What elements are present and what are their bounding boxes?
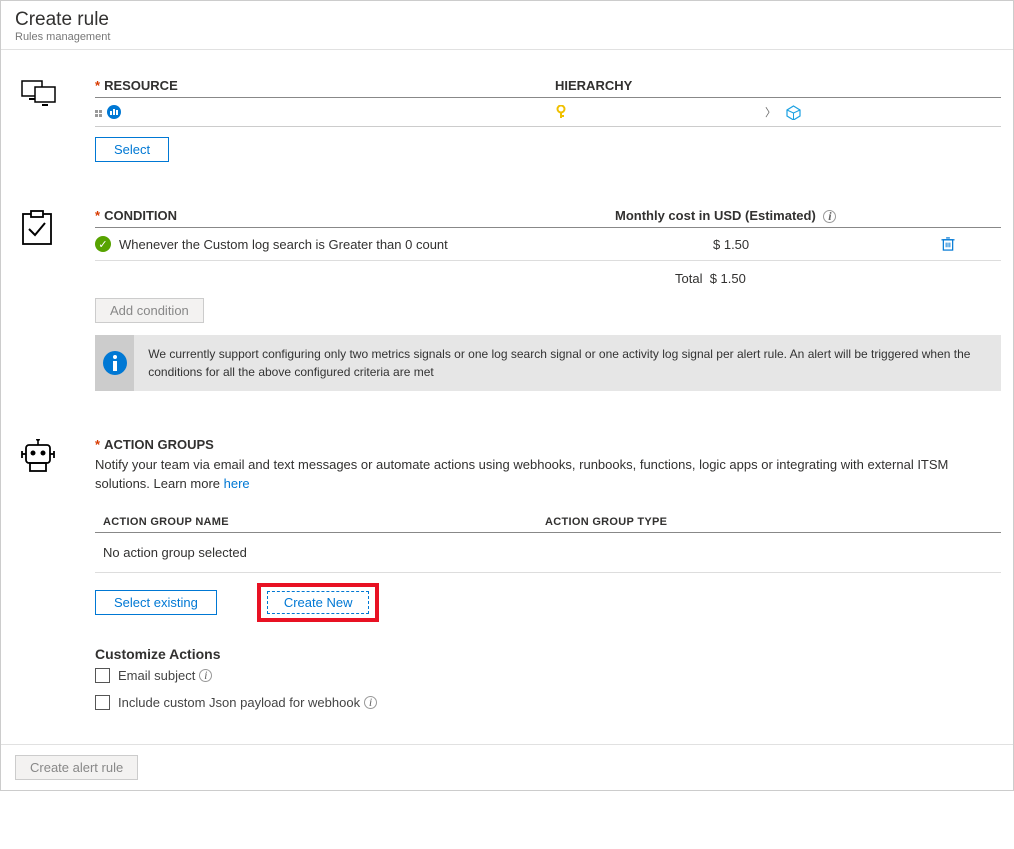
info-icon[interactable]: i bbox=[364, 696, 377, 709]
resource-section: *RESOURCE HIERARCHY 〉 bbox=[11, 78, 1003, 162]
grid-dots-icon bbox=[95, 106, 105, 118]
action-group-table-header: ACTION GROUP NAME ACTION GROUP TYPE bbox=[95, 508, 1001, 533]
info-icon[interactable]: i bbox=[823, 210, 836, 223]
page-footer: Create alert rule bbox=[1, 744, 1013, 790]
resource-header-row: *RESOURCE HIERARCHY bbox=[95, 78, 1001, 98]
cube-icon bbox=[786, 105, 801, 120]
page-body: *RESOURCE HIERARCHY 〉 bbox=[1, 50, 1013, 744]
action-groups-section-icon bbox=[11, 437, 95, 716]
select-existing-button[interactable]: Select existing bbox=[95, 590, 217, 615]
hierarchy-label: HIERARCHY bbox=[555, 78, 632, 93]
resource-section-icon bbox=[11, 78, 95, 162]
info-banner: We currently support configuring only tw… bbox=[95, 335, 1001, 391]
action-groups-section: *ACTION GROUPS Notify your team via emai… bbox=[11, 437, 1003, 716]
email-subject-row: Email subject i bbox=[95, 662, 1001, 689]
condition-header-row: *CONDITION Monthly cost in USD (Estimate… bbox=[95, 208, 1001, 228]
json-payload-row: Include custom Json payload for webhook … bbox=[95, 689, 1001, 716]
monitor-devices-icon bbox=[21, 80, 57, 110]
page-header: Create rule Rules management bbox=[1, 1, 1013, 50]
clipboard-check-icon bbox=[21, 210, 53, 246]
delete-icon[interactable] bbox=[941, 237, 955, 251]
resource-label: RESOURCE bbox=[104, 78, 178, 93]
action-groups-label: ACTION GROUPS bbox=[104, 437, 214, 452]
action-group-empty: No action group selected bbox=[95, 533, 1001, 573]
customize-actions-title: Customize Actions bbox=[95, 646, 1001, 662]
ag-col-type: ACTION GROUP TYPE bbox=[545, 516, 1001, 528]
create-rule-page: Create rule Rules management *RESOURCE H… bbox=[0, 0, 1014, 791]
learn-more-link[interactable]: here bbox=[224, 476, 250, 491]
condition-label: CONDITION bbox=[104, 208, 177, 223]
condition-total-row: Total $ 1.50 bbox=[95, 261, 1001, 296]
select-resource-button[interactable]: Select bbox=[95, 137, 169, 162]
info-icon[interactable]: i bbox=[199, 669, 212, 682]
email-subject-label: Email subject bbox=[118, 668, 195, 683]
create-new-button[interactable]: Create New bbox=[267, 591, 370, 614]
condition-row[interactable]: ✓ Whenever the Custom log search is Grea… bbox=[95, 228, 1001, 261]
add-condition-button: Add condition bbox=[95, 298, 204, 323]
action-groups-description: Notify your team via email and text mess… bbox=[95, 452, 1001, 494]
create-alert-rule-button: Create alert rule bbox=[15, 755, 138, 780]
check-circle-icon: ✓ bbox=[95, 236, 111, 252]
condition-section-icon bbox=[11, 208, 95, 391]
page-title: Create rule bbox=[15, 9, 999, 31]
info-circle-icon bbox=[102, 350, 128, 376]
condition-text: Whenever the Custom log search is Greate… bbox=[119, 237, 448, 252]
condition-cost: $ 1.50 bbox=[713, 237, 749, 252]
robot-icon bbox=[21, 439, 55, 475]
email-subject-checkbox[interactable] bbox=[95, 668, 110, 683]
chevron-right-icon: 〉 bbox=[765, 104, 776, 120]
total-label: Total bbox=[675, 271, 702, 286]
total-cost: $ 1.50 bbox=[710, 271, 746, 286]
info-text: We currently support configuring only tw… bbox=[134, 335, 1001, 391]
condition-section: *CONDITION Monthly cost in USD (Estimate… bbox=[11, 208, 1003, 391]
json-payload-label: Include custom Json payload for webhook bbox=[118, 695, 360, 710]
cost-label: Monthly cost in USD (Estimated) bbox=[615, 208, 816, 223]
metric-icon bbox=[107, 105, 121, 119]
key-icon bbox=[555, 105, 567, 119]
ag-col-name: ACTION GROUP NAME bbox=[95, 516, 545, 528]
resource-row: 〉 bbox=[95, 98, 1001, 127]
json-payload-checkbox[interactable] bbox=[95, 695, 110, 710]
create-new-highlight: Create New bbox=[257, 583, 380, 622]
page-subtitle: Rules management bbox=[15, 31, 999, 43]
